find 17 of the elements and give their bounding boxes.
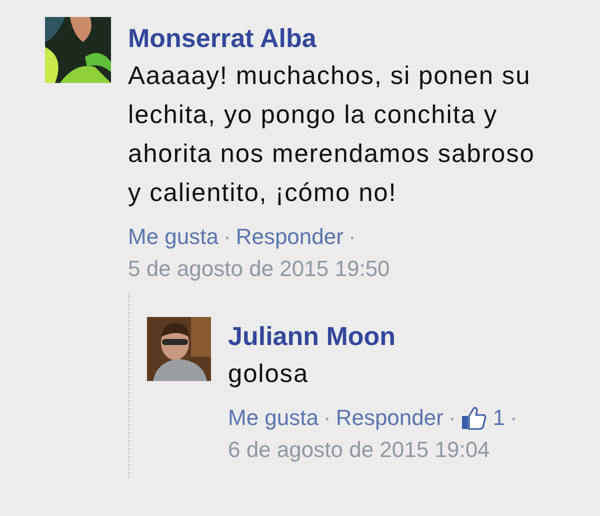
comment-text: golosa [228,359,310,390]
separator-dot: · [448,404,456,432]
separator-dot: · [348,223,356,251]
reply-link[interactable]: Responder [236,221,344,253]
timestamp: 5 de agosto de 2015 19:50 [128,255,390,283]
reply-link[interactable]: Responder [336,402,444,434]
like-link[interactable]: Me gusta [228,402,318,434]
timestamp: 6 de agosto de 2015 19:04 [228,436,490,464]
separator-dot: · [224,223,231,251]
separator-dot: · [324,404,331,432]
thumbs-up-icon [460,406,487,430]
like-link[interactable]: Me gusta [128,221,218,253]
author-name[interactable]: Juliann Moon [228,321,396,351]
like-count: 1 [492,404,506,432]
author-name[interactable]: Monserrat Alba [128,23,316,53]
separator-dot: · [510,404,518,432]
comment-text: Aaaaay! muchachos, si ponen su lechita, yo pongo la conchita y ahorita nos merendamos sabroso y calientito, ¡cómo no! [128,61,536,209]
